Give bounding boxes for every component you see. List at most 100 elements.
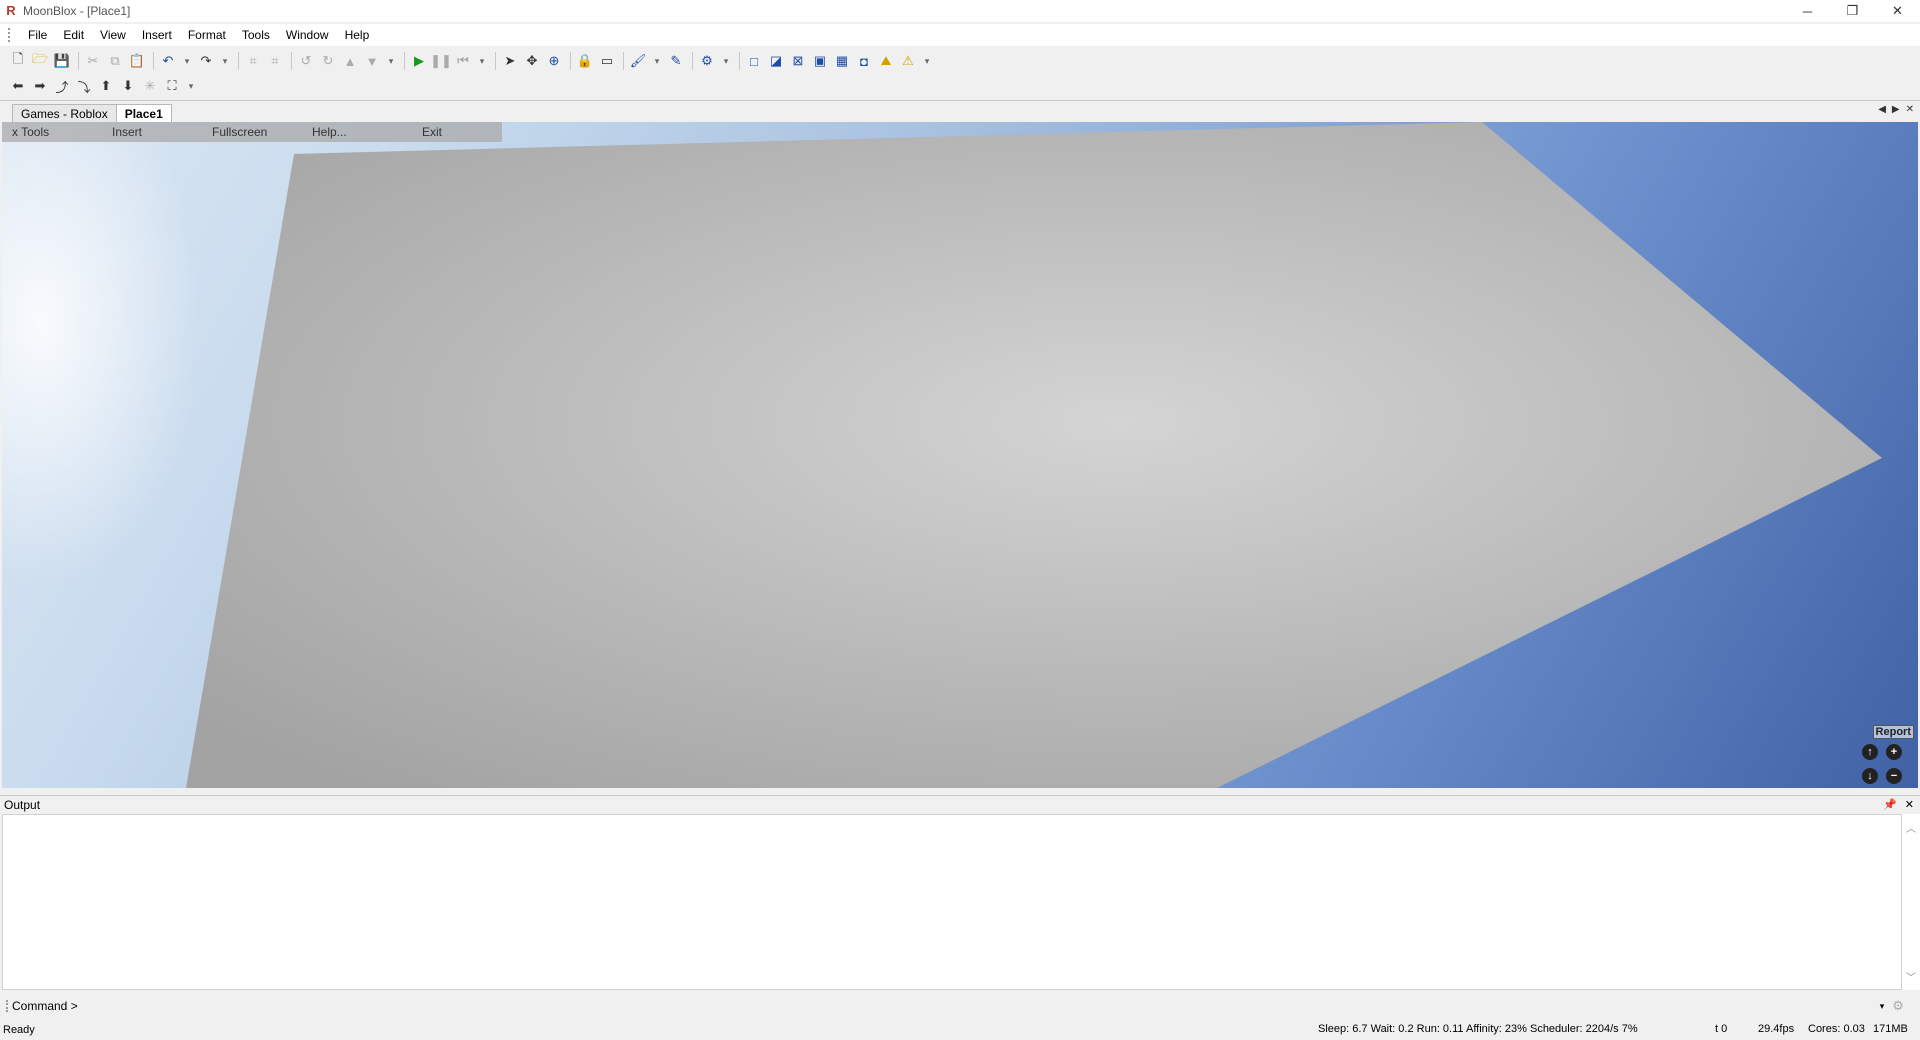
move-down-icon[interactable]: ▼ bbox=[362, 51, 382, 71]
menu-file[interactable]: File bbox=[20, 28, 55, 42]
overlay-insert-button[interactable]: Insert bbox=[112, 125, 142, 139]
pan-left-icon[interactable]: ⬅ bbox=[8, 76, 28, 96]
tab-place1[interactable]: Place1 bbox=[115, 104, 172, 122]
part-wedge-icon[interactable]: ◪ bbox=[766, 51, 786, 71]
main-toolbar: 🗋 🗁 💾 ✂ ⧉ 📋 ↶ ▾ ↷ ▾ ⌗ ⌗ ↺ ↻ ▲ ▼ ▾ ▶ ❚❚ ⏮… bbox=[0, 48, 1920, 74]
toolbar-separator bbox=[404, 52, 405, 70]
dropper-icon[interactable]: ✎ bbox=[666, 51, 686, 71]
zoom-out-icon[interactable]: ⬇ bbox=[118, 76, 138, 96]
toolbar-separator bbox=[495, 52, 496, 70]
move-tool-icon[interactable]: ⊕ bbox=[544, 51, 564, 71]
paint-dropdown-icon[interactable]: ▾ bbox=[650, 51, 664, 71]
terrain-icon[interactable]: ⛰ bbox=[876, 51, 896, 71]
3d-viewport[interactable]: x Tools Insert Fullscreen Help... Exit R… bbox=[2, 122, 1918, 788]
zoom-in-icon[interactable]: ⬆ bbox=[96, 76, 116, 96]
output-text-area[interactable] bbox=[2, 814, 1902, 990]
menu-window[interactable]: Window bbox=[278, 28, 337, 42]
redo-dropdown-icon[interactable]: ▾ bbox=[218, 51, 232, 71]
camera-overflow-icon[interactable]: ▾ bbox=[184, 76, 198, 96]
pin-icon[interactable]: 📌 bbox=[1883, 798, 1897, 811]
paint-bucket-icon[interactable]: 🖌 bbox=[628, 51, 648, 71]
output-title: Output bbox=[4, 797, 41, 812]
rotate-left-icon[interactable]: ↺ bbox=[296, 51, 316, 71]
scroll-up-icon[interactable]: ︿ bbox=[1906, 820, 1916, 835]
move-up-icon[interactable]: ▲ bbox=[340, 51, 360, 71]
drag-tool-icon[interactable]: ✥ bbox=[522, 51, 542, 71]
copy-icon[interactable]: ⧉ bbox=[105, 51, 125, 71]
overlay-exit-button[interactable]: Exit bbox=[422, 125, 442, 139]
toolbar-separator bbox=[78, 52, 79, 70]
tab-games-roblox[interactable]: Games - Roblox bbox=[12, 104, 117, 122]
title-bar: R MoonBlox - [Place1] ─ ❐ ✕ bbox=[0, 0, 1920, 22]
report-button[interactable]: Report bbox=[1872, 725, 1914, 739]
overlay-tools-button[interactable]: x Tools bbox=[12, 125, 49, 139]
parts-overflow-icon[interactable]: ▾ bbox=[920, 51, 934, 71]
camera-zoom-in-icon[interactable]: + bbox=[1886, 744, 1902, 760]
overlay-fullscreen-button[interactable]: Fullscreen bbox=[212, 125, 267, 139]
play-icon[interactable]: ▶ bbox=[409, 51, 429, 71]
restore-button[interactable]: ❐ bbox=[1830, 0, 1875, 22]
undo-icon[interactable]: ↶ bbox=[158, 51, 178, 71]
cut-icon[interactable]: ✂ bbox=[83, 51, 103, 71]
camera-up-icon[interactable]: ↑ bbox=[1862, 744, 1878, 760]
reset-icon[interactable]: ⏮ bbox=[453, 51, 473, 71]
baseplate bbox=[186, 122, 1882, 788]
menu-insert[interactable]: Insert bbox=[134, 28, 180, 42]
tab-close-icon[interactable]: ✕ bbox=[1906, 104, 1914, 115]
open-folder-icon[interactable]: 🗁 bbox=[30, 51, 50, 71]
undo-dropdown-icon[interactable]: ▾ bbox=[180, 51, 194, 71]
redo-icon[interactable]: ↷ bbox=[196, 51, 216, 71]
lock-icon[interactable]: 🔒 bbox=[575, 51, 595, 71]
ungroup-icon[interactable]: ⌗ bbox=[265, 51, 285, 71]
camera-zoom-out-icon[interactable]: − bbox=[1886, 768, 1902, 784]
resize-icon[interactable]: ▭ bbox=[597, 51, 617, 71]
menu-help[interactable]: Help bbox=[337, 28, 378, 42]
warning-icon[interactable]: ⚠ bbox=[898, 51, 918, 71]
command-history-dropdown-icon[interactable]: ▾ bbox=[1880, 1001, 1885, 1012]
menubar-grip[interactable] bbox=[8, 28, 12, 42]
new-file-icon[interactable]: 🗋 bbox=[8, 51, 28, 71]
menu-tools[interactable]: Tools bbox=[234, 28, 278, 42]
part-grid-icon[interactable]: ▦ bbox=[832, 51, 852, 71]
tab-next-icon[interactable]: ▶ bbox=[1892, 104, 1900, 115]
camera-down-icon[interactable]: ↓ bbox=[1862, 768, 1878, 784]
part-frame-icon[interactable]: ▣ bbox=[810, 51, 830, 71]
menu-view[interactable]: View bbox=[92, 28, 134, 42]
toolbar-separator bbox=[291, 52, 292, 70]
tilt-up-icon[interactable]: ⤴ bbox=[52, 76, 72, 96]
group-icon[interactable]: ⌗ bbox=[243, 51, 263, 71]
part-box-icon[interactable]: ◘ bbox=[854, 51, 874, 71]
paste-icon[interactable]: 📋 bbox=[127, 51, 147, 71]
menu-format[interactable]: Format bbox=[180, 28, 234, 42]
menu-bar: File Edit View Insert Format Tools Windo… bbox=[0, 24, 1920, 46]
scroll-down-icon[interactable]: ﹀ bbox=[1906, 969, 1916, 984]
surface-dropdown-icon[interactable]: ▾ bbox=[719, 51, 733, 71]
minimize-button[interactable]: ─ bbox=[1785, 0, 1830, 22]
pan-right-icon[interactable]: ➡ bbox=[30, 76, 50, 96]
output-close-icon[interactable]: ✕ bbox=[1905, 798, 1914, 811]
pause-icon[interactable]: ❚❚ bbox=[430, 51, 452, 71]
command-grip[interactable] bbox=[6, 1000, 8, 1012]
overlay-help-button[interactable]: Help... bbox=[312, 125, 347, 139]
look-at-icon[interactable]: ⛶ bbox=[162, 76, 182, 96]
save-icon[interactable]: 💾 bbox=[52, 51, 72, 71]
command-input[interactable] bbox=[83, 998, 1874, 1014]
status-time: t 0 bbox=[1715, 1023, 1728, 1035]
command-settings-icon[interactable]: ⚙ bbox=[1892, 998, 1904, 1014]
toolbar-separator bbox=[153, 52, 154, 70]
rotate-right-icon[interactable]: ↻ bbox=[318, 51, 338, 71]
tilt-down-icon[interactable]: ⤵ bbox=[74, 76, 94, 96]
output-scrollbar[interactable]: ︿ ﹀ bbox=[1902, 814, 1920, 990]
toolbar-overflow-icon[interactable]: ▾ bbox=[384, 51, 398, 71]
select-arrow-icon[interactable]: ➤ bbox=[500, 51, 520, 71]
game-overlay-menu: x Tools Insert Fullscreen Help... Exit bbox=[2, 122, 502, 142]
surface-icon[interactable]: ⚙ bbox=[697, 51, 717, 71]
close-window-button[interactable]: ✕ bbox=[1875, 0, 1920, 22]
tab-prev-icon[interactable]: ◀ bbox=[1878, 104, 1886, 115]
zoom-extents-icon[interactable]: ✳ bbox=[140, 76, 160, 96]
menu-edit[interactable]: Edit bbox=[55, 28, 92, 42]
part-cross-icon[interactable]: ⊠ bbox=[788, 51, 808, 71]
run-overflow-icon[interactable]: ▾ bbox=[475, 51, 489, 71]
status-fps: 29.4fps bbox=[1758, 1023, 1795, 1035]
part-block-icon[interactable]: □ bbox=[744, 51, 764, 71]
